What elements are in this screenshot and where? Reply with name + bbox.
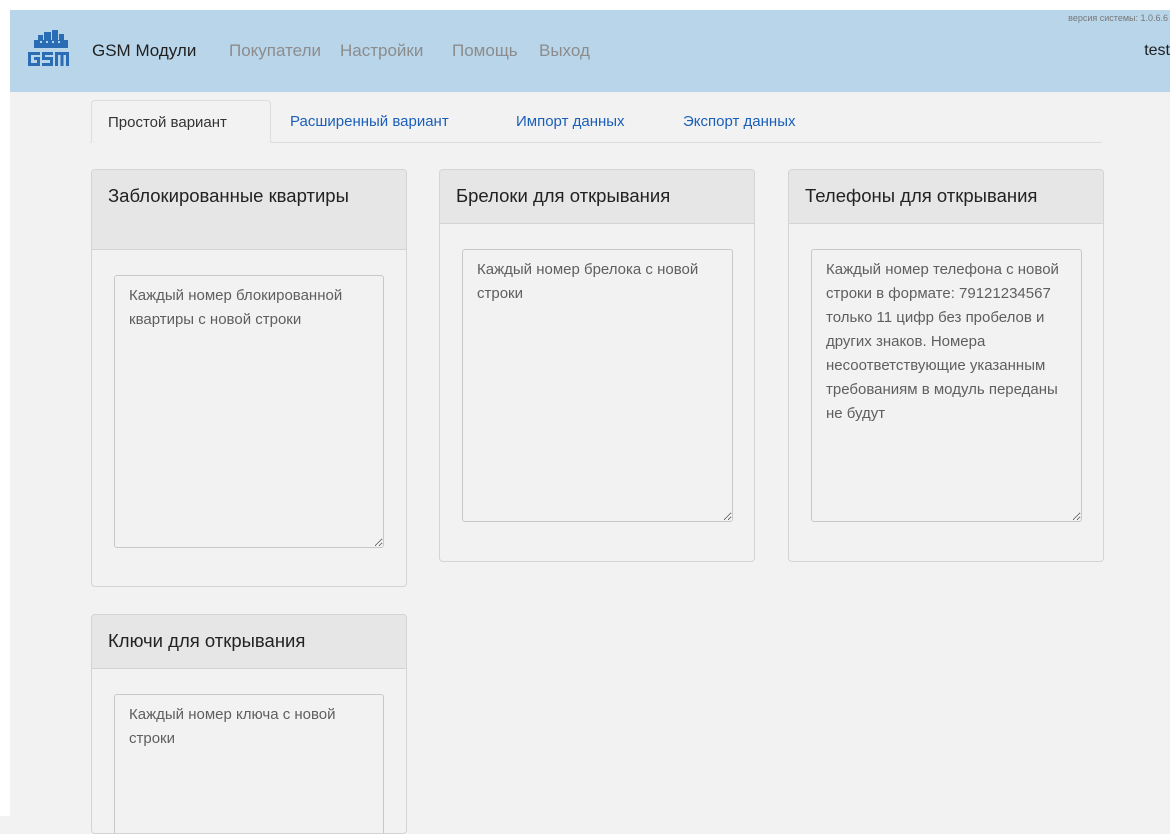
tab-advanced[interactable]: Расширенный вариант: [274, 100, 465, 143]
panel-title: Брелоки для открывания: [440, 170, 754, 224]
phones-input[interactable]: [811, 249, 1082, 522]
top-margin: [0, 0, 1170, 10]
tab-export[interactable]: Экспорт данных: [667, 100, 811, 143]
phones-panel: Телефоны для открывания: [788, 169, 1104, 562]
user-name[interactable]: test: [1144, 42, 1170, 60]
top-navbar: GSM Модули Покупатели Настройки Помощь В…: [10, 10, 1170, 92]
nav-customers-link[interactable]: Покупатели: [229, 41, 321, 61]
nav-logout-link[interactable]: Выход: [539, 41, 590, 61]
keys-panel: Ключи для открывания: [91, 614, 407, 834]
system-version: версия системы: 1.0.6.6: [1068, 13, 1168, 23]
blocked-apartments-panel: Заблокированные квартиры: [91, 169, 407, 587]
panel-title: Телефоны для открывания: [789, 170, 1103, 224]
panel-title: Ключи для открывания: [92, 615, 406, 669]
panel-title: Заблокированные квартиры: [92, 170, 406, 250]
fobs-input[interactable]: [462, 249, 733, 522]
fobs-panel: Брелоки для открывания: [439, 169, 755, 562]
keys-input[interactable]: [114, 694, 384, 833]
brand-link[interactable]: GSM Модули: [92, 41, 196, 61]
blocked-apartments-input[interactable]: [114, 275, 384, 548]
tab-import[interactable]: Импорт данных: [500, 100, 641, 143]
left-margin: [0, 0, 10, 816]
gsm-logo-icon[interactable]: [24, 28, 72, 72]
nav-settings-link[interactable]: Настройки: [340, 41, 423, 61]
tab-simple[interactable]: Простой вариант: [91, 100, 271, 143]
nav-help-link[interactable]: Помощь: [452, 41, 518, 61]
